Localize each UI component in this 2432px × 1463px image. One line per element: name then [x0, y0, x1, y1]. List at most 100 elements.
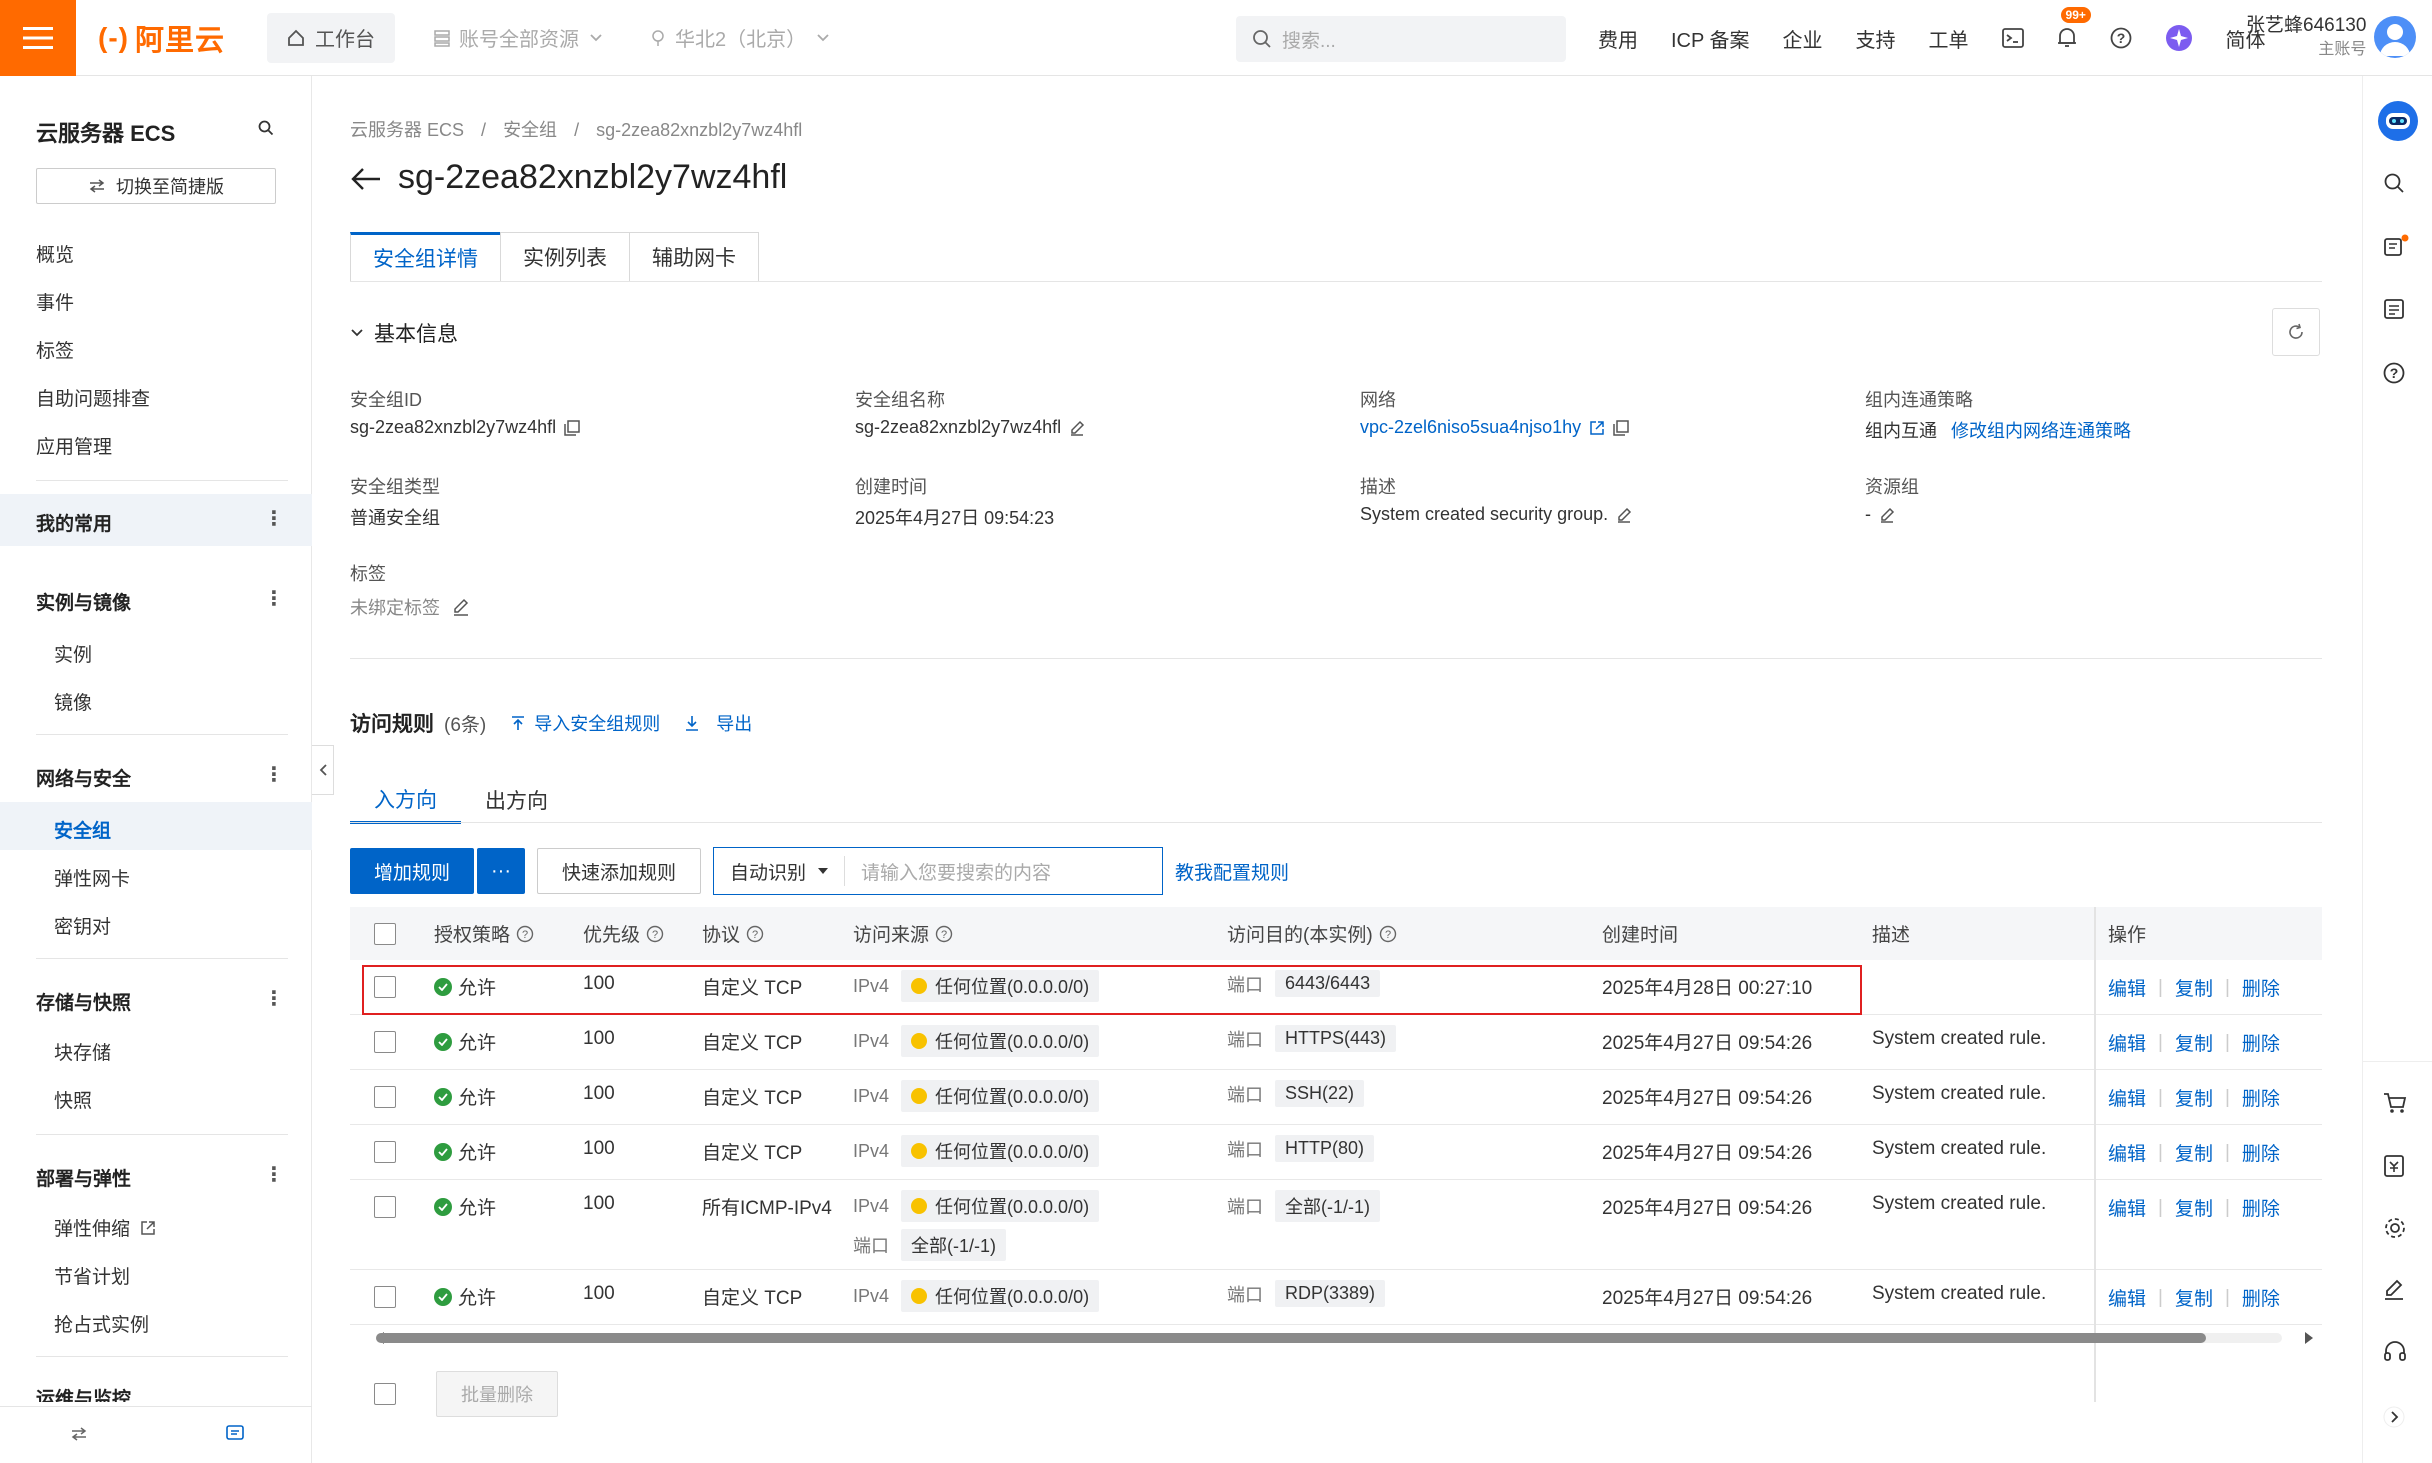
user-menu[interactable]: 张艺蜂646130 主账号 — [2246, 14, 2366, 62]
checklist-icon[interactable] — [2383, 298, 2405, 320]
robot-assistant-icon[interactable] — [2377, 100, 2419, 142]
help-icon[interactable]: ? — [2110, 27, 2132, 49]
switch-simple-mode-button[interactable]: 切换至简捷版 — [36, 168, 276, 204]
sidebar-item-tags[interactable]: 标签 — [36, 336, 74, 363]
nav-enterprise[interactable]: 企业 — [1783, 24, 1823, 53]
sidebar-search-icon[interactable] — [258, 120, 274, 136]
export-rules-link[interactable]: 导出 — [684, 710, 752, 736]
sidebar-group-instances-images[interactable]: 实例与镜像 — [36, 588, 131, 615]
edit-icon[interactable] — [1069, 420, 1085, 436]
row-checkbox[interactable] — [374, 1141, 396, 1163]
tab-outbound[interactable]: 出方向 — [461, 776, 572, 824]
add-rule-button[interactable]: 增加规则 — [350, 848, 475, 894]
help-icon[interactable]: ? — [2383, 362, 2405, 384]
delete-rule-link[interactable]: 删除 — [2242, 1029, 2280, 1056]
nav-ticket[interactable]: 工单 — [1929, 24, 1969, 53]
avatar[interactable] — [2374, 16, 2416, 58]
sidebar-group-deploy[interactable]: 部署与弹性 — [36, 1164, 131, 1191]
edit-icon[interactable] — [1616, 507, 1632, 523]
edit-rule-link[interactable]: 编辑 — [2108, 1139, 2146, 1166]
delete-rule-link[interactable]: 删除 — [2242, 1139, 2280, 1166]
refresh-button[interactable] — [2272, 308, 2320, 356]
row-checkbox[interactable] — [374, 976, 396, 998]
nav-icp[interactable]: ICP 备案 — [1671, 24, 1750, 53]
more-icon[interactable]: ⋮ — [264, 506, 284, 531]
sidebar-item-eni[interactable]: 弹性网卡 — [54, 864, 130, 891]
hamburger-menu-button[interactable] — [0, 0, 76, 76]
import-rules-link[interactable]: 导入安全组规则 — [510, 710, 660, 736]
tab-instance-list[interactable]: 实例列表 — [500, 232, 630, 282]
help-configure-link[interactable]: 教我配置规则 — [1175, 858, 1289, 885]
sidebar-item-troubleshoot[interactable]: 自助问题排查 — [36, 384, 150, 411]
edit-rule-link[interactable]: 编辑 — [2108, 1029, 2146, 1056]
sidebar-item-overview[interactable]: 概览 — [36, 240, 74, 267]
bulk-select-checkbox[interactable] — [374, 1383, 396, 1405]
cart-icon[interactable] — [2383, 1092, 2407, 1114]
tab-inbound[interactable]: 入方向 — [350, 776, 461, 824]
terminal-icon[interactable] — [2001, 28, 2024, 48]
delete-rule-link[interactable]: 删除 — [2242, 1194, 2280, 1221]
rule-search-input[interactable]: 请输入您要搜索的内容 — [845, 858, 1051, 885]
headset-icon[interactable] — [2383, 1340, 2407, 1364]
edit-rule-link[interactable]: 编辑 — [2108, 1194, 2146, 1221]
back-arrow-icon[interactable] — [350, 166, 382, 192]
aliyun-logo[interactable]: (-) 阿里云 — [98, 17, 225, 59]
help-icon[interactable]: ? — [516, 925, 534, 943]
delete-rule-link[interactable]: 删除 — [2242, 974, 2280, 1001]
more-actions-button[interactable]: ··· — [477, 848, 526, 894]
row-checkbox[interactable] — [374, 1286, 396, 1308]
copy-rule-link[interactable]: 复制 — [2175, 1284, 2213, 1311]
sidebar-item-security-group[interactable]: 安全组 — [54, 816, 111, 843]
gear-icon[interactable] — [2383, 1216, 2407, 1240]
row-checkbox[interactable] — [374, 1196, 396, 1218]
docs-icon[interactable] — [2383, 234, 2409, 258]
nav-support[interactable]: 支持 — [1856, 24, 1896, 53]
more-icon[interactable]: ⋮ — [264, 762, 284, 787]
sidebar-item-spot[interactable]: 抢占式实例 — [54, 1310, 149, 1337]
sidebar-item-keypair[interactable]: 密钥对 — [54, 912, 111, 939]
more-icon[interactable]: ⋮ — [264, 1162, 284, 1187]
help-icon[interactable]: ? — [1379, 925, 1397, 943]
sidebar-item-autoscaling[interactable]: 弹性伸缩 — [54, 1214, 156, 1241]
copy-icon[interactable] — [564, 419, 580, 436]
edit-rule-link[interactable]: 编辑 — [2108, 974, 2146, 1001]
edit-icon[interactable] — [1879, 507, 1895, 523]
sidebar-item-app-management[interactable]: 应用管理 — [36, 432, 112, 459]
sidebar-group-ops[interactable]: 运维与监控 — [36, 1384, 131, 1402]
workbench-button[interactable]: 工作台 — [267, 12, 395, 63]
copy-rule-link[interactable]: 复制 — [2175, 1029, 2213, 1056]
edit-icon[interactable] — [452, 598, 470, 616]
quick-add-rule-button[interactable]: 快速添加规则 — [537, 848, 702, 894]
help-icon[interactable]: ? — [746, 925, 764, 943]
copy-rule-link[interactable]: 复制 — [2175, 1194, 2213, 1221]
select-all-checkbox[interactable] — [374, 923, 396, 945]
vpc-link[interactable]: vpc-2zel6niso5sua4njso1hy — [1360, 417, 1581, 438]
notification-bell-icon[interactable]: 99+ — [2057, 7, 2091, 49]
sidebar-group-favorites[interactable]: 我的常用 — [36, 509, 112, 536]
sidebar-item-instances[interactable]: 实例 — [54, 640, 92, 667]
edit-rule-link[interactable]: 编辑 — [2108, 1084, 2146, 1111]
breadcrumb-security-groups[interactable]: 安全组 — [503, 120, 557, 140]
external-link-icon[interactable] — [1589, 420, 1605, 436]
feedback-icon[interactable] — [226, 1425, 244, 1443]
delete-rule-link[interactable]: 删除 — [2242, 1084, 2280, 1111]
sidebar-item-images[interactable]: 镜像 — [54, 688, 92, 715]
sidebar-item-block-storage[interactable]: 块存储 — [54, 1038, 111, 1065]
delete-rule-link[interactable]: 删除 — [2242, 1284, 2280, 1311]
copy-rule-link[interactable]: 复制 — [2175, 1139, 2213, 1166]
row-checkbox[interactable] — [374, 1031, 396, 1053]
more-icon[interactable]: ⋮ — [264, 986, 284, 1011]
basic-info-toggle[interactable]: 基本信息 — [350, 318, 458, 348]
billing-icon[interactable] — [2383, 1154, 2405, 1178]
sidebar-item-savings-plan[interactable]: 节省计划 — [54, 1262, 130, 1289]
copy-icon[interactable] — [1613, 419, 1629, 436]
tab-security-group-detail[interactable]: 安全组详情 — [350, 232, 501, 282]
sidebar-item-events[interactable]: 事件 — [36, 288, 74, 315]
edit-icon[interactable] — [2383, 1278, 2405, 1300]
modify-policy-link[interactable]: 修改组内网络连通策略 — [1951, 417, 2131, 443]
help-icon[interactable]: ? — [935, 925, 953, 943]
resource-scope-dropdown[interactable]: 账号全部资源 — [433, 23, 611, 52]
help-icon[interactable]: ? — [646, 925, 664, 943]
breadcrumb-ecs[interactable]: 云服务器 ECS — [350, 120, 464, 140]
region-dropdown[interactable]: 华北2（北京） — [649, 23, 838, 52]
